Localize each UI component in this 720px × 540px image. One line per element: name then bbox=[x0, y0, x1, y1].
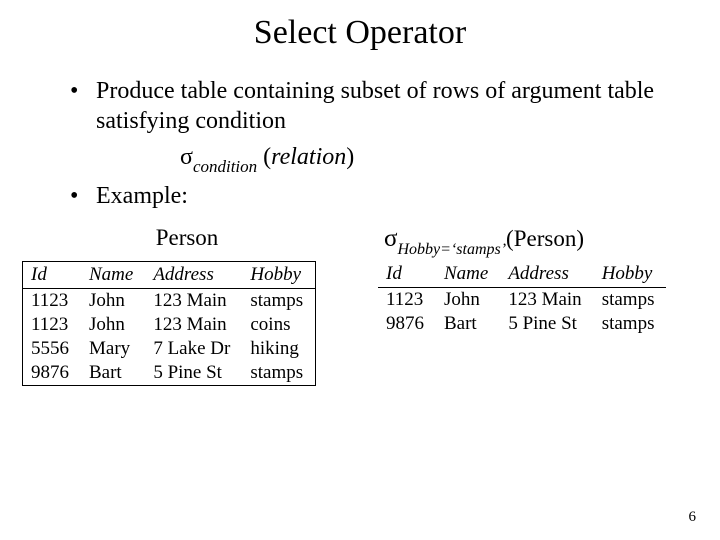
table-row: 5556 Mary 7 Lake Dr hiking bbox=[23, 337, 316, 361]
cell: John bbox=[81, 313, 145, 337]
cell: stamps bbox=[594, 288, 667, 313]
table-row: 1123 John 123 Main coins bbox=[23, 313, 316, 337]
relation-placeholder: relation bbox=[271, 144, 346, 170]
sigma-symbol: σ bbox=[180, 144, 193, 170]
cell: Bart bbox=[436, 312, 500, 336]
col-name: Name bbox=[81, 262, 145, 289]
sigma-subscript: Hobby=‘stamps’ bbox=[397, 241, 506, 258]
cell: 123 Main bbox=[500, 288, 593, 313]
cell: Bart bbox=[81, 361, 145, 386]
cell: hiking bbox=[242, 337, 315, 361]
result-table: Id Name Address Hobby 1123 John 123 Main… bbox=[378, 261, 666, 336]
col-address: Address bbox=[500, 261, 593, 288]
bullet-item: • Produce table containing subset of row… bbox=[70, 76, 680, 136]
cell: 123 Main bbox=[145, 313, 242, 337]
table-header-row: Id Name Address Hobby bbox=[378, 261, 666, 288]
select-notation: σcondition (relation) bbox=[180, 142, 680, 175]
cell: Mary bbox=[81, 337, 145, 361]
table-row: 1123 John 123 Main stamps bbox=[378, 288, 666, 313]
cell: John bbox=[436, 288, 500, 313]
relation-name: Person bbox=[514, 226, 577, 251]
paren-open: ( bbox=[506, 226, 514, 251]
left-table-title: Person bbox=[22, 225, 352, 253]
cell: 9876 bbox=[378, 312, 436, 336]
bullet-marker: • bbox=[70, 181, 96, 211]
cell: stamps bbox=[594, 312, 667, 336]
cell: 7 Lake Dr bbox=[145, 337, 242, 361]
page-title: Select Operator bbox=[0, 0, 720, 52]
cell: stamps bbox=[242, 289, 315, 314]
cell: 5556 bbox=[23, 337, 82, 361]
cell: 1123 bbox=[23, 313, 82, 337]
bullet-marker: • bbox=[70, 76, 96, 136]
col-hobby: Hobby bbox=[594, 261, 667, 288]
slide: Select Operator • Produce table containi… bbox=[0, 0, 720, 540]
cell: 5 Pine St bbox=[500, 312, 593, 336]
right-table-block: σHobby=‘stamps’(Person) Id Name Address … bbox=[378, 225, 698, 386]
bullet-text: Produce table containing subset of rows … bbox=[96, 76, 680, 136]
col-id: Id bbox=[378, 261, 436, 288]
table-header-row: Id Name Address Hobby bbox=[23, 262, 316, 289]
cell: coins bbox=[242, 313, 315, 337]
paren-close: ) bbox=[346, 144, 354, 170]
col-id: Id bbox=[23, 262, 82, 289]
paren-close: ) bbox=[576, 226, 584, 251]
bullet-list: • Produce table containing subset of row… bbox=[0, 76, 720, 211]
left-table-block: Person Id Name Address Hobby 1123 John 1… bbox=[22, 225, 352, 386]
bullet-item: • Example: bbox=[70, 181, 680, 211]
cell: 9876 bbox=[23, 361, 82, 386]
cell: 5 Pine St bbox=[145, 361, 242, 386]
page-number: 6 bbox=[689, 509, 697, 526]
sigma-symbol: σ bbox=[384, 225, 397, 252]
cell: John bbox=[81, 289, 145, 314]
cell: 1123 bbox=[23, 289, 82, 314]
bullet-text: Example: bbox=[96, 181, 680, 211]
cell: 1123 bbox=[378, 288, 436, 313]
person-table: Id Name Address Hobby 1123 John 123 Main… bbox=[22, 261, 316, 386]
col-name: Name bbox=[436, 261, 500, 288]
paren-open: ( bbox=[263, 144, 271, 170]
table-row: 9876 Bart 5 Pine St stamps bbox=[378, 312, 666, 336]
cell: 123 Main bbox=[145, 289, 242, 314]
col-hobby: Hobby bbox=[242, 262, 315, 289]
cell: stamps bbox=[242, 361, 315, 386]
sigma-subscript: condition bbox=[193, 157, 257, 176]
tables-area: Person Id Name Address Hobby 1123 John 1… bbox=[0, 225, 720, 386]
col-address: Address bbox=[145, 262, 242, 289]
table-row: 1123 John 123 Main stamps bbox=[23, 289, 316, 314]
right-table-title: σHobby=‘stamps’(Person) bbox=[378, 225, 698, 253]
table-row: 9876 Bart 5 Pine St stamps bbox=[23, 361, 316, 386]
